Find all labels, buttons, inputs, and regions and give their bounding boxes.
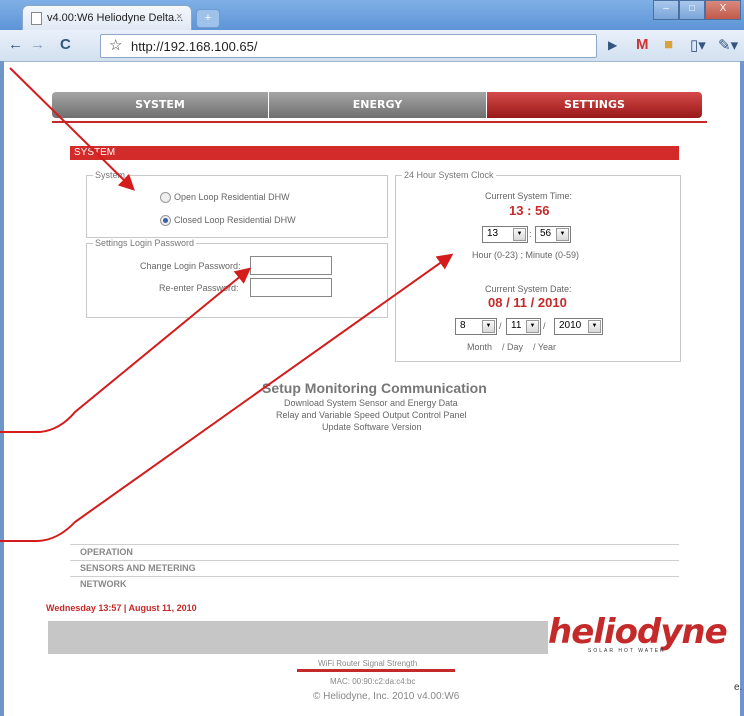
arrow-system: [9, 67, 135, 191]
arrow-password: [0, 267, 252, 433]
annotation-arrows: [0, 67, 454, 542]
arrow-clock: [0, 253, 454, 542]
